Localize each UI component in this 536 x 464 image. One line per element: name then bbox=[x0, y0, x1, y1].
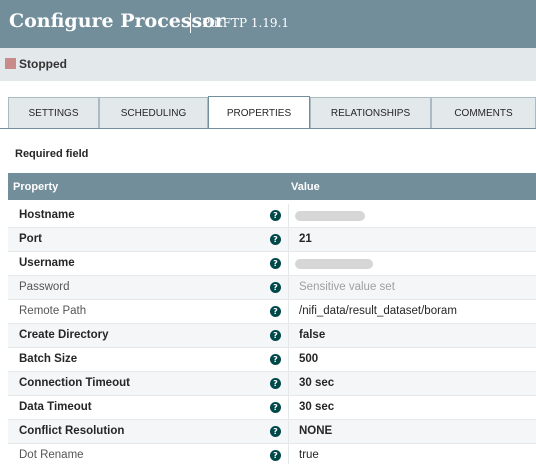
column-divider bbox=[288, 420, 289, 444]
tab-relationships[interactable]: RELATIONSHIPS bbox=[310, 97, 431, 129]
property-value[interactable]: true bbox=[299, 449, 319, 461]
property-value[interactable]: 21 bbox=[299, 233, 312, 245]
properties-table-header: Property Value bbox=[8, 173, 536, 200]
help-icon[interactable]: ? bbox=[270, 402, 281, 413]
column-divider bbox=[288, 228, 289, 252]
status-bar: Stopped bbox=[0, 48, 536, 81]
column-divider bbox=[288, 444, 289, 464]
help-icon[interactable]: ? bbox=[270, 426, 281, 437]
property-name: Dot Rename bbox=[19, 449, 84, 461]
property-name: Batch Size bbox=[19, 353, 78, 365]
property-name: Data Timeout bbox=[19, 401, 92, 413]
property-row-dot-rename[interactable]: Dot Rename ? true bbox=[8, 444, 536, 464]
column-divider bbox=[288, 276, 289, 300]
property-row-create-directory[interactable]: Create Directory ? false bbox=[8, 324, 536, 348]
property-row-password[interactable]: Password ? Sensitive value set bbox=[8, 276, 536, 300]
help-icon[interactable]: ? bbox=[270, 450, 281, 461]
required-field-label: Required field bbox=[15, 148, 89, 160]
property-value[interactable]: /nifi_data/result_dataset/boram bbox=[299, 305, 457, 317]
property-value[interactable]: Sensitive value set bbox=[299, 281, 395, 293]
property-row-conflict-resolution[interactable]: Conflict Resolution ? NONE bbox=[8, 420, 536, 444]
property-name: Username bbox=[19, 257, 75, 269]
properties-table-body: Hostname ? Port ? 21 Username ? Password… bbox=[8, 204, 536, 464]
property-row-connection-timeout[interactable]: Connection Timeout ? 30 sec bbox=[8, 372, 536, 396]
help-icon[interactable]: ? bbox=[270, 354, 281, 365]
tab-bar: SETTINGS SCHEDULING PROPERTIES RELATIONS… bbox=[8, 96, 536, 129]
property-value[interactable]: NONE bbox=[299, 425, 332, 437]
help-icon[interactable]: ? bbox=[270, 378, 281, 389]
property-value[interactable]: 30 sec bbox=[299, 401, 334, 413]
dialog-header: Configure Processor PutFTP 1.19.1 bbox=[0, 0, 536, 48]
property-name: Hostname bbox=[19, 209, 75, 221]
property-name: Port bbox=[19, 233, 42, 245]
property-row-remote-path[interactable]: Remote Path ? /nifi_data/result_dataset/… bbox=[8, 300, 536, 324]
property-row-batch-size[interactable]: Batch Size ? 500 bbox=[8, 348, 536, 372]
processor-type-version: PutFTP 1.19.1 bbox=[202, 16, 290, 30]
property-row-port[interactable]: Port ? 21 bbox=[8, 228, 536, 252]
column-divider bbox=[288, 300, 289, 324]
help-icon[interactable]: ? bbox=[270, 306, 281, 317]
property-name: Remote Path bbox=[19, 305, 87, 317]
dialog-title: Configure Processor bbox=[9, 10, 225, 32]
column-divider bbox=[288, 396, 289, 420]
property-name: Connection Timeout bbox=[19, 377, 130, 389]
help-icon[interactable]: ? bbox=[270, 210, 281, 221]
column-divider bbox=[288, 204, 289, 228]
property-row-data-timeout[interactable]: Data Timeout ? 30 sec bbox=[8, 396, 536, 420]
header-divider bbox=[190, 13, 191, 33]
status-label: Stopped bbox=[19, 57, 67, 71]
property-name: Password bbox=[19, 281, 70, 293]
column-divider bbox=[288, 252, 289, 276]
property-name: Create Directory bbox=[19, 329, 109, 341]
column-header-value: Value bbox=[291, 181, 320, 193]
tab-divider-line bbox=[0, 128, 536, 129]
stopped-icon bbox=[5, 58, 16, 69]
help-icon[interactable]: ? bbox=[270, 234, 281, 245]
tab-settings[interactable]: SETTINGS bbox=[8, 97, 99, 129]
tab-comments[interactable]: COMMENTS bbox=[431, 97, 536, 129]
help-icon[interactable]: ? bbox=[270, 258, 281, 269]
column-divider bbox=[288, 372, 289, 396]
property-value[interactable]: false bbox=[299, 329, 325, 341]
property-row-username[interactable]: Username ? bbox=[8, 252, 536, 276]
column-header-property: Property bbox=[13, 181, 59, 193]
tab-properties[interactable]: PROPERTIES bbox=[208, 96, 310, 129]
property-row-hostname[interactable]: Hostname ? bbox=[8, 204, 536, 228]
property-value[interactable]: 30 sec bbox=[299, 377, 334, 389]
tab-scheduling[interactable]: SCHEDULING bbox=[99, 97, 208, 129]
redacted-value[interactable] bbox=[295, 259, 373, 269]
property-value[interactable]: 500 bbox=[299, 353, 318, 365]
column-divider bbox=[288, 348, 289, 372]
help-icon[interactable]: ? bbox=[270, 282, 281, 293]
property-name: Conflict Resolution bbox=[19, 425, 125, 437]
help-icon[interactable]: ? bbox=[270, 330, 281, 341]
column-divider bbox=[288, 324, 289, 348]
redacted-value[interactable] bbox=[295, 211, 365, 221]
